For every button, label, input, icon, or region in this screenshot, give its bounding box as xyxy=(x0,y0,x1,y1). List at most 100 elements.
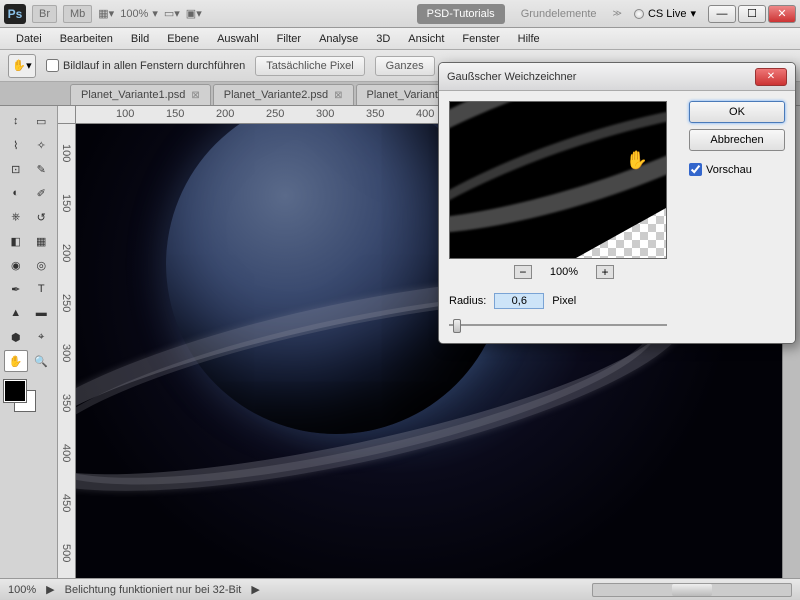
tab-label: Planet_Variante1.psd xyxy=(81,89,185,101)
marquee-tool[interactable]: ▭ xyxy=(30,110,54,132)
filter-preview[interactable]: ✋ xyxy=(449,101,667,259)
ruler-tick: 250 xyxy=(60,294,72,312)
workspace-grundelemente[interactable]: Grundelemente xyxy=(511,4,607,24)
menu-bild[interactable]: Bild xyxy=(123,30,157,48)
workspace-psd-tutorials[interactable]: PSD-Tutorials xyxy=(417,4,505,24)
preview-checkbox-label: Vorschau xyxy=(706,164,752,176)
stamp-tool[interactable]: ⎈ xyxy=(4,206,28,228)
color-swatches[interactable] xyxy=(4,380,36,412)
current-tool-indicator[interactable]: ✋▾ xyxy=(8,54,36,78)
ruler-tick: 350 xyxy=(366,108,384,120)
scroll-all-windows-checkbox[interactable]: Bildlauf in allen Fenstern durchführen xyxy=(46,59,245,72)
menu-filter[interactable]: Filter xyxy=(269,30,309,48)
document-tab[interactable]: Planet_Variante1.psd ⊠ xyxy=(70,84,211,105)
preview-zoom-in-button[interactable]: + xyxy=(596,265,614,279)
workspace-more-icon[interactable]: ≫ xyxy=(613,8,622,19)
horizontal-scrollbar[interactable] xyxy=(592,583,792,597)
tab-close-icon[interactable]: ⊠ xyxy=(191,90,199,101)
ok-button[interactable]: OK xyxy=(689,101,785,123)
window-maximize-button[interactable]: ☐ xyxy=(738,5,766,23)
slider-track xyxy=(449,324,667,326)
shape-tool[interactable]: ▬ xyxy=(30,302,54,324)
ruler-tick: 400 xyxy=(60,444,72,462)
cancel-button[interactable]: Abbrechen xyxy=(689,129,785,151)
cs-live-icon xyxy=(634,9,644,19)
dialog-title: Gaußscher Weichzeichner xyxy=(447,71,576,83)
foreground-color-swatch[interactable] xyxy=(4,380,26,402)
hand-tool[interactable]: ✋ xyxy=(4,350,28,372)
brush-tool[interactable]: ✐ xyxy=(30,182,54,204)
window-minimize-button[interactable]: — xyxy=(708,5,736,23)
ruler-tick: 400 xyxy=(416,108,434,120)
crop-tool[interactable]: ⊡ xyxy=(4,158,28,180)
ruler-tick: 200 xyxy=(60,244,72,262)
history-brush-tool[interactable]: ↺ xyxy=(30,206,54,228)
dialog-close-button[interactable]: ✕ xyxy=(755,68,787,86)
fit-screen-button[interactable]: Ganzes xyxy=(375,56,435,76)
menu-ebene[interactable]: Ebene xyxy=(159,30,207,48)
eyedropper-tool[interactable]: ✎ xyxy=(30,158,54,180)
cs-live-button[interactable]: CS Live ▾ xyxy=(628,5,702,22)
preview-zoom-out-button[interactable]: − xyxy=(514,265,532,279)
view-extras-dropdown[interactable]: ▦▾ xyxy=(98,7,114,20)
bridge-button[interactable]: Br xyxy=(32,5,57,23)
vertical-ruler[interactable]: 100 150 200 250 300 350 400 450 500 xyxy=(58,124,76,578)
path-select-tool[interactable]: ▲ xyxy=(4,302,28,324)
screen-mode-dropdown[interactable]: ▣▾ xyxy=(186,7,202,20)
preview-checkbox[interactable]: Vorschau xyxy=(689,163,785,176)
photoshop-icon: Ps xyxy=(4,4,26,24)
arrange-docs-dropdown[interactable]: ▭▾ xyxy=(164,7,180,20)
document-tab[interactable]: Planet_Variante2.psd⊠ xyxy=(213,84,354,105)
scroll-all-checkbox-input[interactable] xyxy=(46,59,59,72)
dialog-titlebar[interactable]: Gaußscher Weichzeichner ✕ xyxy=(439,63,795,91)
preview-checkbox-input[interactable] xyxy=(689,163,702,176)
tab-close-icon[interactable]: ⊠ xyxy=(334,90,342,101)
status-arrow-icon[interactable]: ▶ xyxy=(46,583,54,596)
move-tool[interactable]: ↕ xyxy=(4,110,28,132)
menu-analyse[interactable]: Analyse xyxy=(311,30,366,48)
status-message: Belichtung funktioniert nur bei 32-Bit xyxy=(65,584,242,596)
3d-tool[interactable]: ⬢ xyxy=(4,326,28,348)
scrollbar-thumb[interactable] xyxy=(672,584,712,596)
document-tab[interactable]: Planet_Variant xyxy=(356,84,449,105)
menu-auswahl[interactable]: Auswahl xyxy=(209,30,267,48)
radius-slider[interactable] xyxy=(449,317,667,333)
zoom-level-dropdown[interactable]: 100% ▾ xyxy=(120,7,158,20)
menu-hilfe[interactable]: Hilfe xyxy=(510,30,548,48)
menubar: Datei Bearbeiten Bild Ebene Auswahl Filt… xyxy=(0,28,800,50)
radius-label: Radius: xyxy=(449,295,486,307)
menu-ansicht[interactable]: Ansicht xyxy=(400,30,452,48)
scroll-all-label: Bildlauf in allen Fenstern durchführen xyxy=(63,60,245,72)
dodge-tool[interactable]: ◎ xyxy=(30,254,54,276)
actual-pixels-button[interactable]: Tatsächliche Pixel xyxy=(255,56,364,76)
radius-unit-label: Pixel xyxy=(552,295,576,307)
ruler-tick: 500 xyxy=(60,544,72,562)
mini-bridge-button[interactable]: Mb xyxy=(63,5,92,23)
zoom-tool[interactable]: 🔍 xyxy=(30,350,54,372)
quick-select-tool[interactable]: ✧ xyxy=(30,134,54,156)
menu-datei[interactable]: Datei xyxy=(8,30,50,48)
hand-cursor-icon: ✋ xyxy=(626,150,648,171)
ruler-tick: 200 xyxy=(216,108,234,120)
type-tool[interactable]: T xyxy=(30,278,54,300)
camera-tool[interactable]: ⌖ xyxy=(30,326,54,348)
ruler-tick: 100 xyxy=(116,108,134,120)
status-zoom[interactable]: 100% xyxy=(8,584,36,596)
window-close-button[interactable]: ✕ xyxy=(768,5,796,23)
slider-thumb[interactable] xyxy=(453,319,461,333)
lasso-tool[interactable]: ⌇ xyxy=(4,134,28,156)
healing-tool[interactable]: ◐ xyxy=(4,182,28,204)
dialog-body: ✋ − 100% + Radius: Pixel OK Abbrechen xyxy=(439,91,795,343)
menu-fenster[interactable]: Fenster xyxy=(454,30,507,48)
blur-tool[interactable]: ◉ xyxy=(4,254,28,276)
menu-bearbeiten[interactable]: Bearbeiten xyxy=(52,30,121,48)
status-arrow-icon[interactable]: ▶ xyxy=(251,583,259,596)
gradient-tool[interactable]: ▦ xyxy=(30,230,54,252)
ruler-tick: 450 xyxy=(60,494,72,512)
ruler-origin[interactable] xyxy=(58,106,76,124)
ruler-tick: 300 xyxy=(316,108,334,120)
eraser-tool[interactable]: ◧ xyxy=(4,230,28,252)
pen-tool[interactable]: ✒ xyxy=(4,278,28,300)
radius-input[interactable] xyxy=(494,293,544,309)
menu-3d[interactable]: 3D xyxy=(368,30,398,48)
